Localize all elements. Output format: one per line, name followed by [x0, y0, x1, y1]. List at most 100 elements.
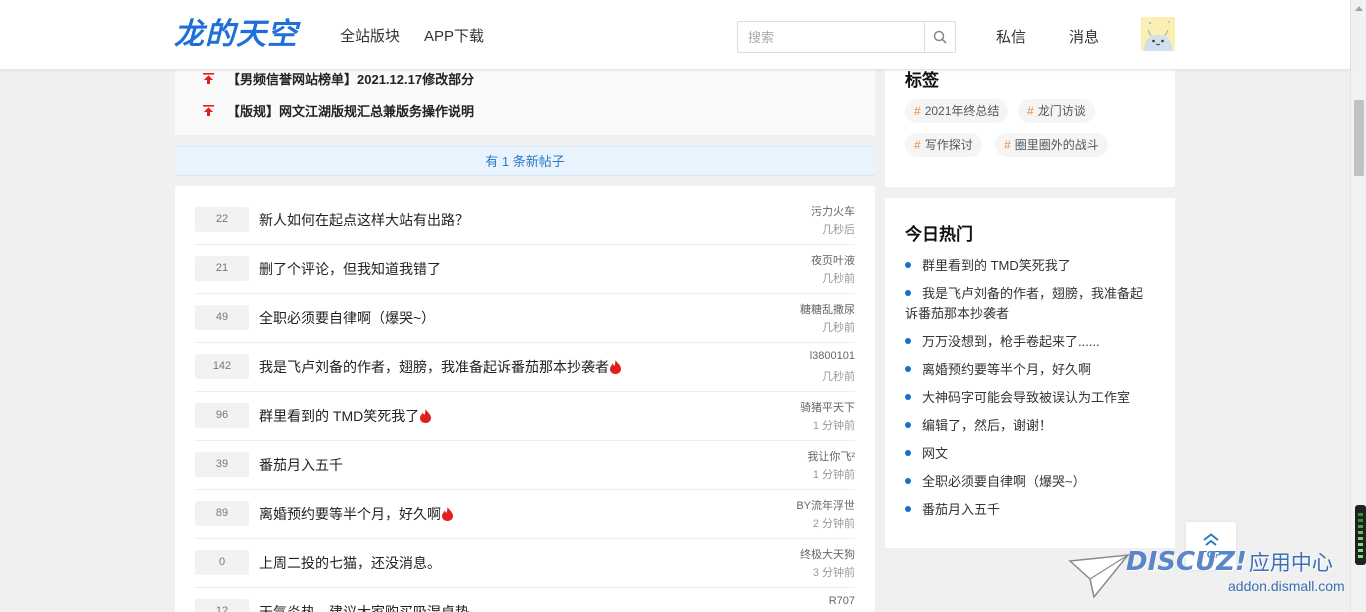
tag-chip[interactable]: # 龙门访谈: [1018, 99, 1095, 123]
avatar[interactable]: [1141, 17, 1175, 51]
hot-item-label: 全职必须要自律啊（爆哭~）: [922, 474, 1086, 489]
hot-flame-icon: [420, 409, 432, 423]
hot-item-label: 万万没想到，枪手卷起来了......: [922, 334, 1100, 349]
tag-chip[interactable]: # 圈里圈外的战斗: [995, 133, 1108, 157]
nav-app-download[interactable]: APP下载: [424, 25, 484, 46]
thread-title[interactable]: 我是飞卢刘备的作者，翅膀，我准备起诉番茄那本抄袭者: [259, 357, 621, 377]
reply-count: 0: [195, 550, 249, 575]
bullet-icon: [905, 337, 911, 344]
thread-title[interactable]: 天气炎热，建议大家购买吸湿桌垫: [259, 602, 469, 612]
hot-item-label: 番茄月入五千: [922, 502, 1001, 517]
hash-icon: #: [914, 104, 921, 118]
scroll-thumb[interactable]: [1354, 100, 1364, 176]
list-item[interactable]: 大神码字可能会导致被误认为工作室: [905, 388, 1155, 408]
table-row[interactable]: 39 番茄月入五千 我让你飞² 1 分钟前: [195, 441, 855, 490]
thread-time: 3 分钟前: [812, 567, 855, 579]
table-row[interactable]: 49 全职必须要自律啊（爆哭~） 糖糖乱撒尿 几秒前: [195, 294, 855, 343]
tag-chip[interactable]: #2021年终总结: [905, 99, 1009, 123]
table-row[interactable]: 142 我是飞卢刘备的作者，翅膀，我准备起诉番茄那本抄袭者 l3800101 几…: [195, 343, 855, 392]
bullet-icon: [905, 449, 911, 456]
table-row[interactable]: 12 天气炎热，建议大家购买吸湿桌垫 R707: [195, 588, 855, 612]
thread-time: 几秒后: [822, 224, 855, 236]
hot-today-panel: 今日热门 群里看到的 TMD笑死我了 我是飞卢刘备的作者，翅膀，我准备起诉番茄那…: [885, 198, 1175, 548]
notice-item[interactable]: 【男频信誉网站榜单】2021.12.17修改部分: [203, 68, 474, 88]
thread-title-text: 离婚预约要等半个月，好久啊: [259, 506, 441, 522]
thread-title[interactable]: 离婚预约要等半个月，好久啊: [259, 504, 453, 524]
thread-title-text: 天气炎热，建议大家购买吸湿桌垫: [259, 604, 469, 612]
search-button[interactable]: [924, 22, 955, 52]
search-input[interactable]: [738, 22, 924, 52]
hot-flame-icon: [610, 360, 621, 374]
notifications-link[interactable]: 消息: [1069, 26, 1099, 47]
thread-list: 22 新人如何在起点这样大站有出路？ 污力火车 几秒后 21 删了个评论，但我知…: [175, 186, 875, 612]
hot-item-label: 离婚预约要等半个月，好久啊: [922, 362, 1092, 377]
scroll-up-icon[interactable]: [1355, 6, 1363, 11]
tag-label: 龙门访谈: [1037, 104, 1086, 118]
thread-title[interactable]: 群里看到的 TMD笑死我了: [259, 406, 432, 426]
table-row[interactable]: 21 删了个评论，但我知道我错了 夜页叶液 几秒前: [195, 245, 855, 294]
bullet-icon: [905, 393, 911, 400]
reply-count: 49: [195, 305, 249, 330]
thread-title[interactable]: 番茄月入五千: [259, 455, 343, 475]
signal-bars-icon: [1358, 513, 1363, 558]
list-item[interactable]: 网文: [905, 444, 1155, 464]
reply-count: 39: [195, 452, 249, 477]
reply-count: 89: [195, 501, 249, 526]
bullet-icon: [905, 421, 911, 428]
thread-author[interactable]: 我让你飞²: [807, 448, 855, 464]
list-item[interactable]: 万万没想到，枪手卷起来了......: [905, 332, 1155, 352]
list-item[interactable]: 离婚预约要等半个月，好久啊: [905, 360, 1155, 380]
hot-item-label: 网文: [922, 446, 949, 461]
table-row[interactable]: 0 上周二投的七猫，还没消息。 终极大天狗 3 分钟前: [195, 539, 855, 588]
reply-count: 12: [195, 599, 249, 612]
tag-label: 2021年终总结: [924, 104, 1000, 118]
thread-author[interactable]: 终极大天狗: [800, 546, 855, 562]
tag-chip[interactable]: # 写作探讨: [905, 133, 982, 157]
table-row[interactable]: 22 新人如何在起点这样大站有出路？ 污力火车 几秒后: [195, 196, 855, 245]
bullet-icon: [905, 505, 911, 512]
paper-plane-icon: [1068, 554, 1130, 599]
thread-author[interactable]: R707: [829, 595, 855, 607]
thread-author[interactable]: 骑猪平天下: [800, 399, 855, 415]
list-item[interactable]: 编辑了，然后，谢谢！: [905, 416, 1155, 436]
thread-title-text: 番茄月入五千: [259, 457, 343, 473]
thread-title-text: 群里看到的 TMD笑死我了: [259, 408, 420, 424]
tags-panel: 标签 #2021年终总结 # 龙门访谈 # 写作探讨 # 圈里圈外的战斗: [885, 57, 1175, 187]
hot-item-label: 编辑了，然后，谢谢！: [922, 418, 1053, 433]
thread-author[interactable]: 夜页叶液: [811, 252, 855, 268]
list-item[interactable]: 群里看到的 TMD笑死我了: [905, 256, 1155, 276]
table-row[interactable]: 96 群里看到的 TMD笑死我了 骑猪平天下 1 分钟前: [195, 392, 855, 441]
top-header: 龙的天空 全站版块 APP下载 私信 消息: [0, 0, 1350, 70]
bullet-icon: [905, 365, 911, 372]
search-icon: [933, 30, 947, 44]
list-item[interactable]: 全职必须要自律啊（爆哭~）: [905, 472, 1155, 492]
bullet-icon: [905, 289, 911, 296]
thread-time: 2 分钟前: [812, 518, 855, 530]
tag-label: 写作探讨: [924, 138, 973, 152]
thread-title-text: 全职必须要自律啊（爆哭~）: [259, 310, 436, 326]
new-posts-bar[interactable]: 有 1 条新帖子: [175, 146, 875, 176]
thread-title[interactable]: 新人如何在起点这样大站有出路？: [259, 210, 469, 230]
pin-top-icon: [203, 104, 214, 116]
hot-flame-icon: [442, 507, 453, 521]
list-item[interactable]: 我是飞卢刘备的作者，翅膀，我准备起诉番茄那本抄袭者: [905, 284, 1155, 324]
thread-title[interactable]: 删了个评论，但我知道我错了: [259, 259, 441, 279]
list-item[interactable]: 番茄月入五千: [905, 500, 1155, 520]
level-meter-widget: [1355, 505, 1366, 565]
thread-title-text: 删了个评论，但我知道我错了: [259, 261, 441, 277]
thread-author[interactable]: l3800101: [810, 350, 855, 362]
thread-title[interactable]: 全职必须要自律啊（爆哭~）: [259, 308, 435, 328]
thread-author[interactable]: 污力火车: [811, 203, 855, 219]
thread-title-text: 我是飞卢刘备的作者，翅膀，我准备起诉番茄那本抄袭者: [259, 359, 609, 375]
back-to-top-button[interactable]: TOP: [1186, 522, 1236, 570]
pin-top-icon: [203, 72, 214, 84]
thread-title[interactable]: 上周二投的七猫，还没消息。: [259, 553, 441, 573]
nav-all-boards[interactable]: 全站版块: [340, 25, 400, 46]
thread-time: 1 分钟前: [812, 420, 855, 432]
site-logo[interactable]: 龙的天空: [174, 17, 298, 53]
table-row[interactable]: 89 离婚预约要等半个月，好久啊 BY流年浮世 2 分钟前: [195, 490, 855, 539]
thread-author[interactable]: 糖糖乱撒尿: [800, 301, 855, 317]
thread-author[interactable]: BY流年浮世: [796, 497, 855, 513]
private-messages-link[interactable]: 私信: [996, 26, 1026, 47]
notice-item[interactable]: 【版规】网文江湖版规汇总兼版务操作说明: [203, 100, 474, 120]
